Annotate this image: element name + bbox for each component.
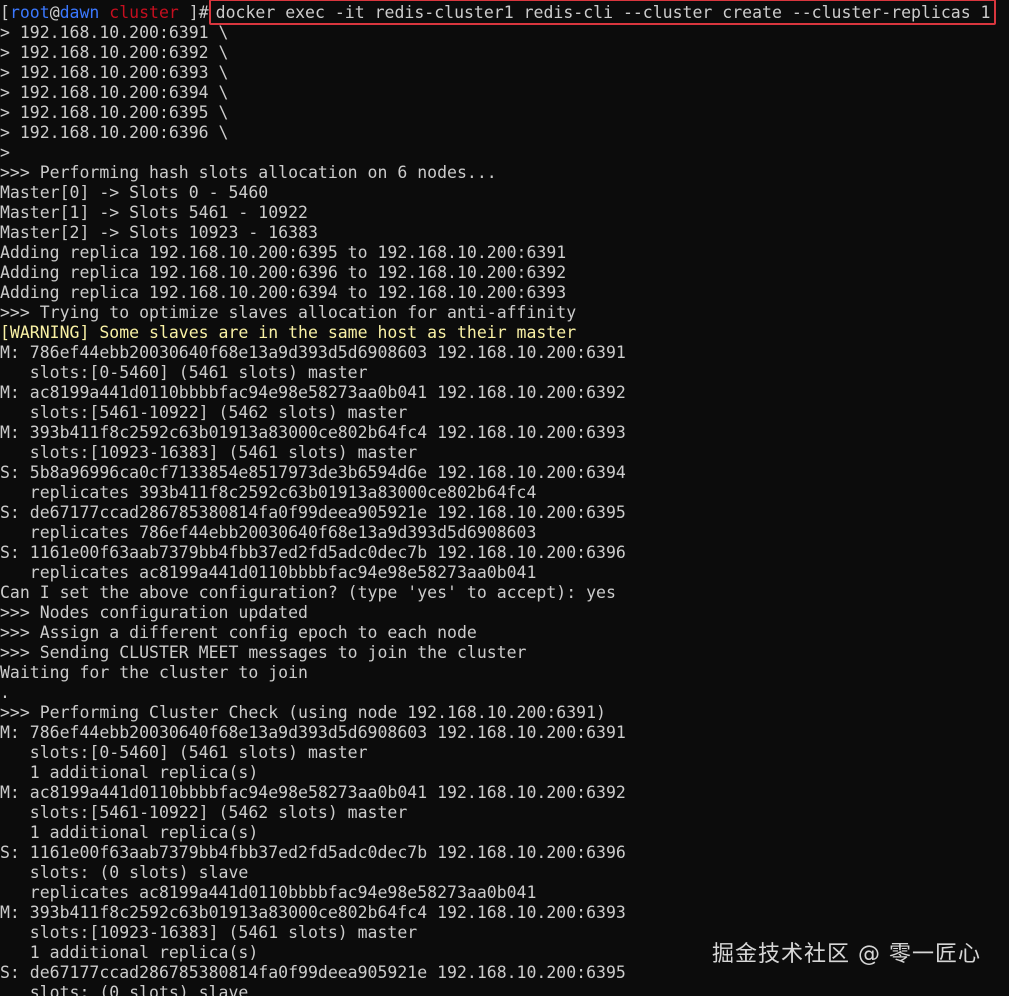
- output-line: > 192.168.10.200:6396 \: [0, 123, 229, 142]
- warning-line: [WARNING] Some slaves are in the same ho…: [0, 323, 577, 342]
- prompt-user: root: [9, 3, 50, 22]
- output-line: >>> Sending CLUSTER MEET messages to joi…: [0, 643, 527, 662]
- terminal-output: [root@dawn cluster ]# docker exec -it red…: [0, 0, 996, 996]
- prompt-dir: cluster: [99, 3, 189, 22]
- output-line: replicates 786ef44ebb20030640f68e13a9d39…: [0, 523, 537, 542]
- output-line: Adding replica 192.168.10.200:6394 to 19…: [0, 283, 567, 302]
- output-line: slots: (0 slots) slave: [0, 983, 249, 996]
- prompt-line: [root@dawn cluster ]# docker exec -it red…: [0, 0, 996, 25]
- highlighted-command[interactable]: docker exec -it redis-cluster1 redis-cli…: [208, 0, 996, 25]
- output-line: M: 786ef44ebb20030640f68e13a9d393d5d6908…: [0, 723, 626, 742]
- output-line: Adding replica 192.168.10.200:6395 to 19…: [0, 243, 567, 262]
- output-line: S: 1161e00f63aab7379bb4fbb37ed2fd5adc0de…: [0, 543, 626, 562]
- output-line: >>> Nodes configuration updated: [0, 603, 308, 622]
- output-line: Master[2] -> Slots 10923 - 16383: [0, 223, 318, 242]
- watermark: 掘金技术社区 @ 零一匠心: [712, 942, 981, 967]
- output-line: slots:[0-5460] (5461 slots) master: [0, 363, 368, 382]
- output-line: slots:[5461-10922] (5462 slots) master: [0, 403, 408, 422]
- output-line: M: 393b411f8c2592c63b01913a83000ce802b64…: [0, 423, 626, 442]
- output-line: slots:[5461-10922] (5462 slots) master: [0, 803, 408, 822]
- output-line: replicates 393b411f8c2592c63b01913a83000…: [0, 483, 537, 502]
- output-line: S: 1161e00f63aab7379bb4fbb37ed2fd5adc0de…: [0, 843, 626, 862]
- output-line: slots: (0 slots) slave: [0, 863, 249, 882]
- output-line: >>> Assign a different config epoch to e…: [0, 623, 477, 642]
- prompt-hash: ]#: [188, 3, 209, 22]
- prompt-host: dawn: [59, 3, 100, 22]
- output-line: >>> Trying to optimize slaves allocation…: [0, 303, 577, 322]
- output-line: Master[0] -> Slots 0 - 5460: [0, 183, 269, 202]
- output-line: > 192.168.10.200:6395 \: [0, 103, 229, 122]
- output-line: M: 786ef44ebb20030640f68e13a9d393d5d6908…: [0, 343, 626, 362]
- output-line: 1 additional replica(s): [0, 823, 259, 842]
- output-line: .: [0, 683, 10, 702]
- output-line: >>> Performing Cluster Check (using node…: [0, 703, 606, 722]
- prompt-at: @: [49, 3, 60, 22]
- output-line: replicates ac8199a441d0110bbbbfac94e98e5…: [0, 563, 537, 582]
- output-line: S: 5b8a96996ca0cf7133854e8517973de3b6594…: [0, 463, 626, 482]
- output-line: 1 additional replica(s): [0, 763, 259, 782]
- output-line: >: [0, 143, 10, 162]
- output-line: M: 393b411f8c2592c63b01913a83000ce802b64…: [0, 903, 626, 922]
- output-line: slots:[10923-16383] (5461 slots) master: [0, 443, 418, 462]
- output-line: M: ac8199a441d0110bbbbfac94e98e58273aa0b…: [0, 783, 626, 802]
- output-line: > 192.168.10.200:6394 \: [0, 83, 229, 102]
- output-line: > 192.168.10.200:6393 \: [0, 63, 229, 82]
- output-line: > 192.168.10.200:6391 \: [0, 23, 229, 42]
- output-line: M: ac8199a441d0110bbbbfac94e98e58273aa0b…: [0, 383, 626, 402]
- output-line: replicates ac8199a441d0110bbbbfac94e98e5…: [0, 883, 537, 902]
- output-line: >>> Performing hash slots allocation on …: [0, 163, 497, 182]
- output-line: S: de67177ccad286785380814fa0f99deea9059…: [0, 503, 626, 522]
- output-line: Master[1] -> Slots 5461 - 10922: [0, 203, 308, 222]
- output-line: slots:[0-5460] (5461 slots) master: [0, 743, 368, 762]
- terminal-window[interactable]: [root@dawn cluster ]# docker exec -it red…: [0, 0, 1009, 996]
- output-line: Can I set the above configuration? (type…: [0, 583, 616, 602]
- output-line: Adding replica 192.168.10.200:6396 to 19…: [0, 263, 567, 282]
- output-line: Waiting for the cluster to join: [0, 663, 308, 682]
- output-line: > 192.168.10.200:6392 \: [0, 43, 229, 62]
- prompt-open-bracket: [: [0, 3, 10, 22]
